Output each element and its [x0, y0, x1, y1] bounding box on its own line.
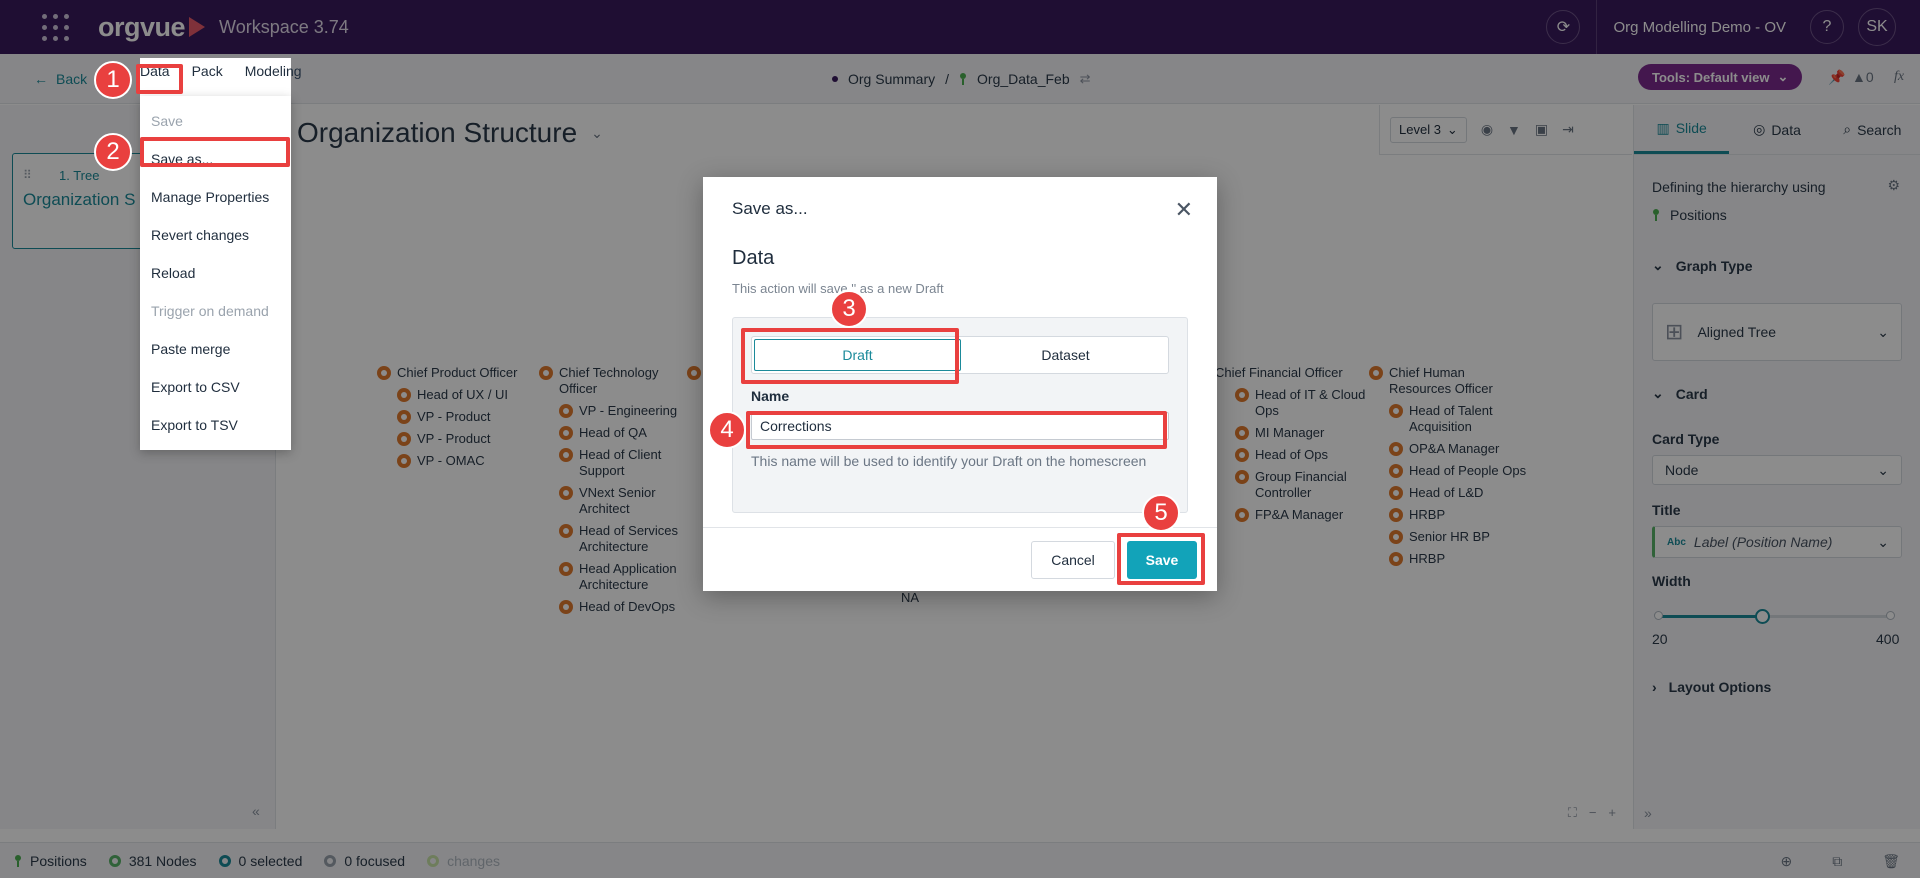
menu-modeling[interactable]: Modeling — [245, 63, 302, 79]
menu-item-trigger-on-demand: Trigger on demand — [151, 303, 269, 319]
menu-item-revert-changes[interactable]: Revert changes — [140, 216, 291, 254]
step-badge: 1 — [94, 61, 132, 99]
dialog-footer-divider — [703, 527, 1217, 528]
dataset-tab[interactable]: Dataset — [963, 337, 1168, 373]
menu-item-save: Save — [151, 113, 183, 129]
menu-item-reload[interactable]: Reload — [140, 254, 291, 292]
save-as-dialog: Save as... ✕ Data This action will save … — [703, 177, 1217, 591]
step-badge: 5 — [1142, 494, 1180, 532]
menu-item-paste-merge[interactable]: Paste merge — [140, 330, 291, 368]
step-badge: 4 — [708, 411, 746, 449]
cancel-button[interactable]: Cancel — [1031, 541, 1115, 579]
menu-item-export-tsv[interactable]: Export to TSV — [140, 406, 291, 444]
highlight-save-button — [1117, 533, 1205, 585]
highlight-save-as — [140, 137, 290, 167]
highlight-data-menu — [136, 64, 183, 94]
name-label: Name — [751, 388, 790, 404]
menu-item-export-csv[interactable]: Export to CSV — [140, 368, 291, 406]
menu-pack[interactable]: Pack — [192, 63, 223, 79]
name-help-text: This name will be used to identify your … — [751, 453, 1147, 469]
step-badge: 2 — [94, 133, 132, 171]
menu-item-manage-properties[interactable]: Manage Properties — [140, 178, 291, 216]
dialog-heading: Data — [732, 247, 775, 269]
highlight-draft-tab — [741, 328, 959, 384]
close-icon[interactable]: ✕ — [1175, 197, 1193, 223]
highlight-name-input — [746, 411, 1167, 449]
step-badge: 3 — [830, 290, 868, 328]
dialog-title: Save as... — [732, 199, 808, 218]
